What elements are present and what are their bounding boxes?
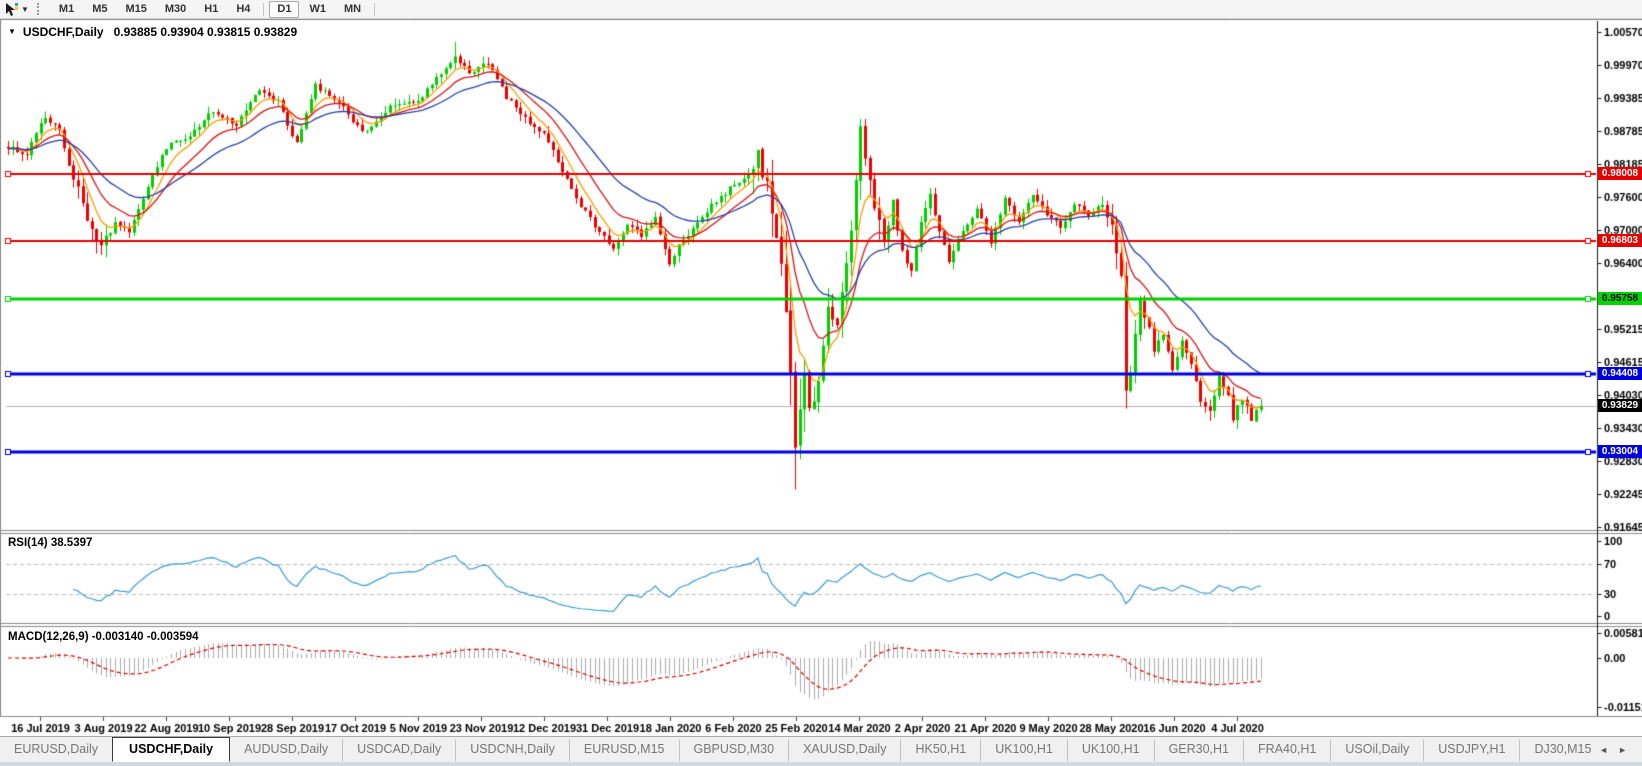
timeframe-toolbar: ▼ M1M5M15M30H1H4 D1W1MN [0,0,1642,19]
chart-tab-xauusd-daily[interactable]: XAUUSD,Daily [788,739,900,761]
cursor-tool-icon[interactable] [2,2,20,17]
chart-tab-usdcnh-daily[interactable]: USDCNH,Daily [455,739,569,761]
toolbar-grip-handle[interactable] [37,3,44,15]
timeframe-button-w1[interactable]: W1 [301,1,334,18]
chart-tab-gbpusd-m30[interactable]: GBPUSD,M30 [679,739,789,761]
hline-price-tag: 0.95758 [1598,292,1642,305]
collapse-indicator-icon[interactable]: ▼ [8,27,16,36]
timeframe-button-m15[interactable]: M15 [117,1,154,18]
chart-title: ▼ USDCHF,Daily 0.93885 0.93904 0.93815 0… [8,25,297,39]
chart-tab-usdchf-daily[interactable]: USDCHF,Daily [112,737,230,762]
chart-symbol-label: USDCHF,Daily [23,25,104,39]
timeframe-button-d1[interactable]: D1 [269,1,299,18]
toolbar-separator [263,3,264,16]
chart-tab-bar: EURUSD,DailyUSDCHF,DailyAUDUSD,DailyUSDC… [0,736,1642,762]
hline-price-tag: 0.94408 [1598,367,1642,380]
chart-tab-eurusd-daily[interactable]: EURUSD,Daily [0,739,112,761]
timeframe-buttons: M1M5M15M30H1H4 D1W1MN [50,1,379,18]
dropdown-arrow-icon[interactable]: ▼ [20,5,33,14]
chart-tab-uk100-h1[interactable]: UK100,H1 [980,739,1067,761]
chart-tab-usdjpy-h1[interactable]: USDJPY,H1 [1423,739,1519,761]
chart-tab-fra40-h1[interactable]: FRA40,H1 [1243,739,1330,761]
timeframe-button-m30[interactable]: M30 [157,1,194,18]
timeframe-button-mn[interactable]: MN [336,1,369,18]
timeframe-button-h1[interactable]: H1 [196,1,226,18]
chart-tabs: EURUSD,DailyUSDCHF,DailyAUDUSD,DailyUSDC… [0,737,1594,762]
toolbar-separator [374,3,375,16]
timeframe-button-h4[interactable]: H4 [228,1,258,18]
hline-price-tag: 0.93004 [1598,445,1642,458]
chart-tab-usoil-daily[interactable]: USOil,Daily [1330,739,1423,761]
chart-tab-uk100-h1[interactable]: UK100,H1 [1067,739,1154,761]
chart-ohlc-values: 0.93885 0.93904 0.93815 0.93829 [114,25,298,39]
chart-tab-eurusd-m15[interactable]: EURUSD,M15 [569,739,679,761]
tab-scroll-left-icon[interactable]: ◄ [1594,743,1613,757]
tab-scroll-controls: ◄ ► [1594,737,1642,762]
chart-tab-hk50-h1[interactable]: HK50,H1 [900,739,980,761]
chart-tab-dj30-m15[interactable]: DJ30,M15 [1519,739,1594,761]
status-strip [0,762,1642,766]
timeframe-button-m1[interactable]: M1 [51,1,82,18]
chart-tab-audusd-daily[interactable]: AUDUSD,Daily [230,739,342,761]
hline-price-tag: 0.96803 [1598,234,1642,247]
macd-indicator-label: MACD(12,26,9) -0.003140 -0.003594 [8,631,199,643]
price-chart-canvas[interactable] [0,19,1642,736]
hline-price-tag: 0.98008 [1598,167,1642,180]
current-price-tag: 0.93829 [1598,399,1642,412]
timeframe-button-m5[interactable]: M5 [84,1,115,18]
rsi-indicator-label: RSI(14) 38.5397 [8,537,92,549]
chart-tab-ger30-h1[interactable]: GER30,H1 [1154,739,1243,761]
chart-tab-usdcad-daily[interactable]: USDCAD,Daily [342,739,455,761]
chart-window: ▼ USDCHF,Daily 0.93885 0.93904 0.93815 0… [0,19,1642,736]
trading-terminal-window: ▼ M1M5M15M30H1H4 D1W1MN ▼ USDCHF,Daily 0.… [0,0,1642,766]
tab-scroll-right-icon[interactable]: ► [1613,743,1632,757]
